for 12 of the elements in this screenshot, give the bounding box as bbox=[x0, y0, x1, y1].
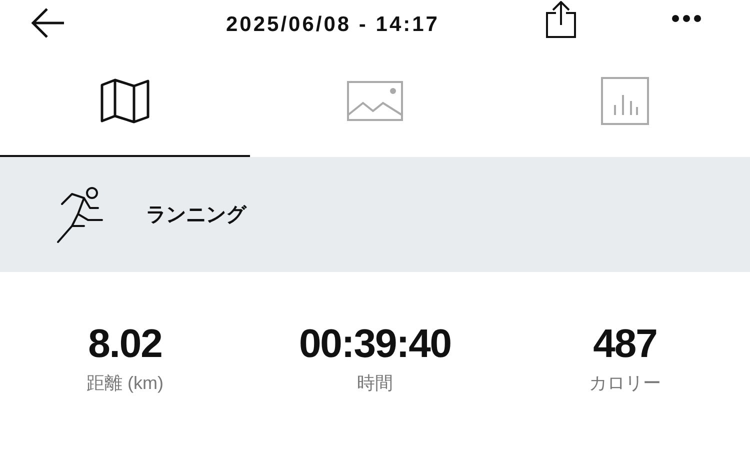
stat-value: 487 bbox=[593, 321, 657, 368]
header-title: 2025/06/08 - 14:17 bbox=[226, 12, 440, 38]
map-icon bbox=[100, 76, 150, 124]
activity-label: ランニング bbox=[146, 202, 246, 228]
runner-icon bbox=[54, 186, 104, 244]
stat-label: 時間 bbox=[357, 372, 393, 395]
stat-value: 8.02 bbox=[88, 321, 162, 368]
stat-label: 距離 (km) bbox=[86, 372, 164, 395]
bar-chart-icon bbox=[601, 76, 649, 124]
image-icon bbox=[347, 80, 403, 120]
stat-label: カロリー bbox=[589, 372, 661, 395]
stat-value: 00:39:40 bbox=[298, 321, 452, 368]
